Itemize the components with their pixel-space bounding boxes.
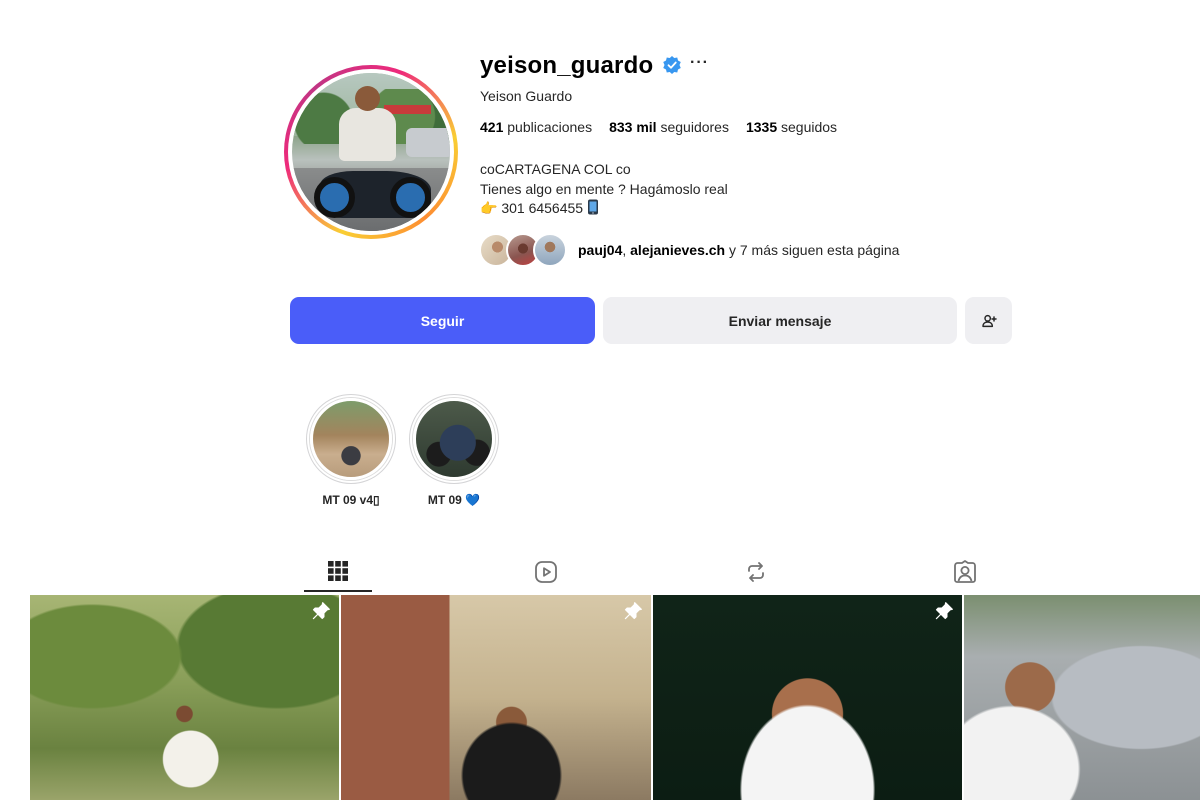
followed-by[interactable]: pauj04, alejanieves.ch y 7 más siguen es… — [479, 233, 899, 267]
tab-reposts[interactable] — [722, 552, 790, 592]
profile-username: yeison_guardo — [480, 52, 654, 79]
tab-reels[interactable] — [512, 552, 580, 592]
pinned-icon — [312, 602, 330, 620]
pinned-icon — [935, 602, 953, 620]
posts-stat: 421 publicaciones — [480, 119, 592, 135]
separator: , — [622, 242, 631, 258]
highlight-cover — [310, 398, 392, 480]
profile-stats: 421 publicaciones 833 mil seguidores 133… — [480, 119, 837, 135]
follower-avatar — [533, 233, 567, 267]
follower-username[interactable]: pauj04 — [578, 242, 622, 258]
post-thumbnail[interactable] — [964, 595, 1200, 800]
highlight-cover — [413, 398, 495, 480]
suggest-accounts-button[interactable] — [965, 297, 1012, 344]
tab-tagged[interactable] — [931, 552, 999, 592]
profile-bio: coCARTAGENA COL co Tienes algo en mente … — [480, 160, 728, 219]
posts-label: publicaciones — [507, 119, 593, 135]
bio-phone: 301 6456455 — [497, 200, 587, 216]
pinned-icon — [624, 602, 642, 620]
highlight-label: MT 09 💙 — [427, 493, 481, 507]
following-stat[interactable]: 1335 seguidos — [746, 119, 837, 135]
followers-stat[interactable]: 833 mil seguidores — [609, 119, 729, 135]
avatar-photo — [292, 73, 450, 231]
followers-label: seguidores — [660, 119, 729, 135]
story-highlight[interactable]: MT 09 v4▯ — [305, 394, 397, 507]
highlight-label: MT 09 v4▯ — [322, 493, 380, 507]
profile-avatar[interactable] — [284, 65, 458, 239]
bio-line: coCARTAGENA COL co — [480, 161, 631, 177]
post-thumbnail[interactable] — [30, 595, 339, 800]
follower-username[interactable]: alejanieves.ch — [630, 242, 725, 258]
reels-icon — [535, 561, 557, 583]
more-options-button[interactable]: ··· — [690, 54, 709, 72]
reposts-icon — [748, 562, 764, 582]
followed-by-text: pauj04, alejanieves.ch y 7 más siguen es… — [578, 242, 899, 258]
verified-badge-icon — [663, 56, 681, 74]
following-label: seguidos — [781, 119, 838, 135]
post-thumbnail[interactable] — [341, 595, 651, 800]
posts-count: 421 — [480, 119, 504, 135]
profile-full-name: Yeison Guardo — [480, 88, 573, 104]
following-count: 1335 — [745, 119, 778, 135]
send-message-button[interactable]: Enviar mensaje — [603, 297, 957, 344]
posts-grid-icon — [328, 561, 348, 581]
bio-line: Tienes algo en mente ? Hagámoslo real — [480, 180, 728, 197]
follow-button[interactable]: Seguir — [290, 297, 595, 344]
tab-posts[interactable] — [304, 552, 372, 592]
followed-by-rest: y 7 más siguen esta página — [725, 242, 900, 258]
followers-count: 833 mil — [609, 119, 657, 135]
pointing-hand-emoji: 👉 — [480, 200, 498, 216]
add-person-icon — [981, 314, 997, 327]
tagged-icon — [954, 560, 976, 583]
mobile-phone-icon — [587, 199, 598, 215]
post-thumbnail[interactable] — [653, 595, 962, 800]
bio-line: 👉 301 6456455 — [480, 199, 728, 219]
story-highlight[interactable]: MT 09 💙 — [408, 394, 500, 507]
